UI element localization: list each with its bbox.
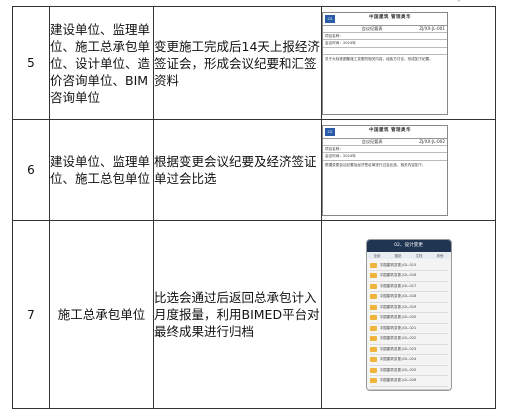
form-code: ZJ/XX-JL-001: [419, 25, 445, 31]
form-body: 关于大标准图集施工变更的相关内容，经各方讨论，形成如下纪要。: [325, 57, 433, 62]
step-description: 比选会通过后返回总承包计入月度报量，利用BIMED平台对最终成果进行归档: [153, 220, 322, 409]
list-item: 中国建筑变更-JGL-022: [369, 334, 448, 345]
app-title: 02、设计变更: [366, 239, 451, 252]
document-page: ˇ 5 建设单位、监理单位、施工总承包单位、设计单位、造价咨询单位、BIM咨询单…: [0, 0, 507, 417]
list-item: 中国建筑变更-JGL-024: [369, 355, 448, 366]
process-table: 5 建设单位、监理单位、施工总承包单位、设计单位、造价咨询单位、BIM咨询单位 …: [12, 6, 496, 409]
folder-icon: [369, 273, 377, 279]
folder-icon: [369, 304, 377, 310]
form-line: 项目名称：: [325, 146, 343, 151]
form-code: ZJ/XX-JL-002: [419, 138, 445, 144]
brand-text: 中国建筑: [368, 15, 389, 21]
app-tab: 文档: [415, 253, 423, 258]
app-tab: 全部: [373, 253, 381, 258]
evidence-cell: 02、设计变更 全部 图纸 文档 其他 中国建筑变更-JGL-015 中国建筑变…: [321, 220, 496, 409]
file-list: 中国建筑变更-JGL-015 中国建筑变更-JGL-016 中国建筑变更-JGL…: [367, 259, 451, 389]
app-tab: 图纸: [394, 253, 402, 258]
evidence-cell: CS 中国建筑 管理奥华 会议纪要表 ZJ/XX-JL-001 项目名称： 会议…: [321, 6, 496, 120]
folder-icon: [369, 357, 377, 363]
table-row: 7 施工总承包单位 比选会通过后返回总承包计入月度报量，利用BIMED平台对最终…: [12, 220, 496, 409]
app-tabs: 全部 图纸 文档 其他: [366, 251, 451, 259]
motto-text: 管理奥华: [391, 15, 412, 21]
form-line: 项目名称：: [325, 33, 343, 38]
app-dock: [366, 388, 451, 390]
list-item: 中国建筑变更-JGL-023: [369, 345, 448, 355]
list-item: 中国建筑变更-JGL-018: [369, 292, 448, 303]
brand-text: 中国建筑: [368, 128, 389, 134]
meeting-minutes-thumbnail: CS 中国建筑 管理奥华 会议纪要表 ZJ/XX-JL-002 项目名称： 会议…: [322, 124, 448, 216]
step-description: 变更施工完成后14天上报经济签证会，形成会议纪要和汇签资料: [153, 6, 322, 120]
folder-icon: [369, 315, 377, 321]
folder-icon: [369, 294, 377, 300]
responsible-unit: 建设单位、监理单位、施工总承包单位、设计单位、造价咨询单位、BIM咨询单位: [49, 6, 154, 120]
list-item: 中国建筑变更-JGL-016: [369, 271, 448, 282]
app-tab: 其他: [436, 253, 444, 258]
folder-icon: [369, 336, 377, 342]
row-number: 6: [12, 119, 50, 221]
form-title: 会议纪要表: [361, 138, 383, 144]
row-number: 5: [12, 6, 50, 120]
list-item: 中国建筑变更-JGL-015: [369, 261, 448, 271]
motto-text: 管理奥华: [391, 128, 412, 134]
row-number: 7: [12, 220, 50, 409]
form-line: 会议时间：2024年: [325, 154, 356, 159]
list-item: 中国建筑变更-JGL-019: [369, 303, 448, 313]
list-item: 中国建筑变更-JGL-017: [369, 282, 448, 292]
table-row: 6 建设单位、监理单位、施工总包单位 根据变更会议纪要及经济签证单过会比选 CS…: [12, 119, 496, 221]
form-line: 会议时间：2024年: [325, 41, 356, 46]
company-logo-icon: CS: [325, 127, 335, 136]
folder-icon: [369, 378, 377, 384]
responsible-unit: 建设单位、监理单位、施工总包单位: [49, 119, 154, 221]
list-item: 中国建筑变更-JGL-020: [369, 313, 448, 324]
form-title: 会议纪要表: [361, 25, 383, 31]
list-item: 中国建筑变更-JGL-026: [369, 376, 448, 387]
folder-icon: [369, 325, 377, 331]
meeting-minutes-thumbnail: CS 中国建筑 管理奥华 会议纪要表 ZJ/XX-JL-001 项目名称： 会议…: [322, 11, 448, 115]
evidence-cell: CS 中国建筑 管理奥华 会议纪要表 ZJ/XX-JL-002 项目名称： 会议…: [321, 119, 496, 221]
list-item: 中国建筑变更-JGL-025: [369, 366, 448, 376]
folder-icon: [369, 262, 377, 268]
folder-icon: [369, 367, 377, 373]
table-row: 5 建设单位、监理单位、施工总承包单位、设计单位、造价咨询单位、BIM咨询单位 …: [12, 6, 496, 120]
company-logo-icon: CS: [325, 14, 335, 23]
mobile-app-screenshot: 02、设计变更 全部 图纸 文档 其他 中国建筑变更-JGL-015 中国建筑变…: [365, 238, 452, 391]
folder-icon: [369, 346, 377, 352]
form-body: 根据变更会议纪要及经济签证单进行过会比选，相关内容如下。: [325, 162, 426, 167]
folder-icon: [369, 283, 377, 289]
list-item: 中国建筑变更-JGL-021: [369, 324, 448, 334]
responsible-unit: 施工总承包单位: [49, 220, 154, 409]
step-description: 根据变更会议纪要及经济签证单过会比选: [153, 119, 322, 221]
